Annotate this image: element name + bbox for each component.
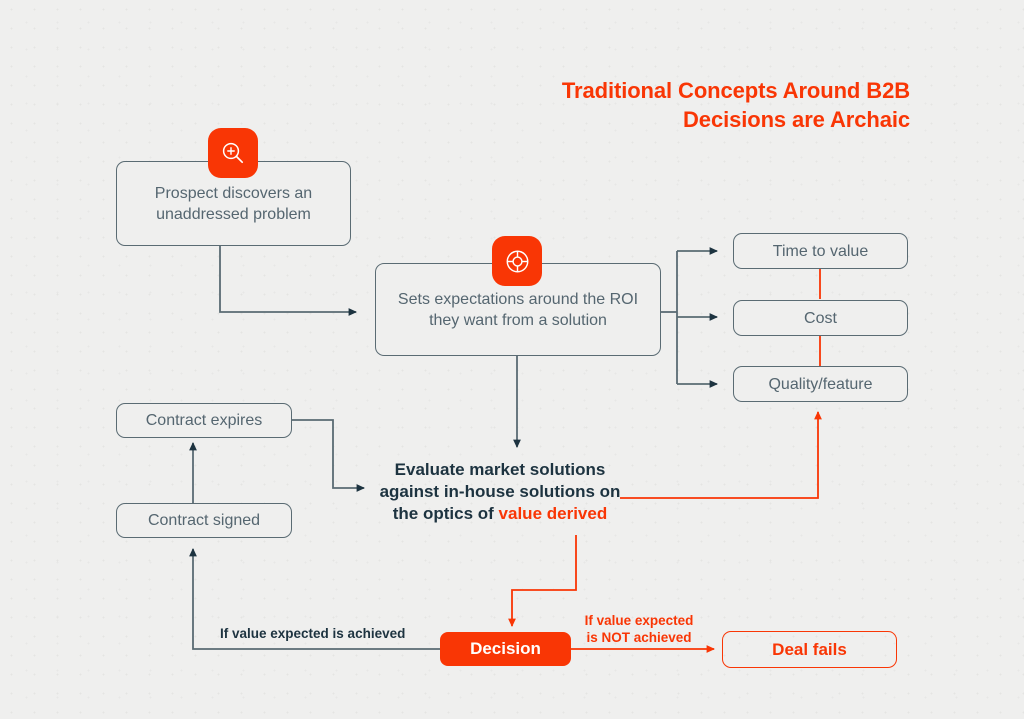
node-contract-expires[interactable]: Contract expires: [116, 403, 292, 438]
node-evaluate-line3-prefix: the optics of: [392, 504, 499, 523]
edge-contract-expires-to-evaluate: [292, 419, 365, 492]
node-time-to-value-label: Time to value: [772, 242, 869, 260]
page-title-line1: Traditional Concepts Around B2B: [561, 78, 910, 103]
zoom-in-icon: [208, 128, 258, 178]
node-contract-signed-label: Contract signed: [147, 512, 261, 529]
node-deal-fails-label: Deal fails: [772, 639, 847, 659]
node-deal-fails[interactable]: Deal fails: [722, 631, 897, 668]
node-evaluate-line3: the optics of value derived: [370, 503, 630, 525]
page-title: Traditional Concepts Around B2B Decision…: [490, 76, 910, 134]
page-title-line2: Decisions are Archaic: [683, 107, 910, 132]
node-decision-label: Decision: [470, 639, 541, 658]
node-cost[interactable]: Cost: [733, 300, 908, 336]
node-evaluate-line1: Evaluate market solutions: [394, 460, 606, 479]
node-evaluate-value-derived: value derived: [498, 504, 608, 523]
edge-label-not-achieved-line1: If value expected: [584, 613, 694, 628]
node-cost-label: Cost: [804, 309, 837, 327]
diagram-canvas: Traditional Concepts Around B2B Decision…: [0, 0, 1024, 719]
node-decision[interactable]: Decision: [440, 632, 571, 666]
node-prospect-label: Prospect discovers an unaddressed proble…: [154, 184, 313, 223]
node-contract-signed[interactable]: Contract signed: [116, 503, 292, 538]
edge-evaluate-to-decision: [508, 535, 577, 627]
edge-label-achieved: If value expected is achieved: [220, 625, 440, 642]
node-contract-expires-label: Contract expires: [145, 412, 263, 429]
node-time-to-value[interactable]: Time to value: [733, 233, 908, 269]
lifebuoy-icon: [492, 236, 542, 286]
node-evaluate-line2: against in-house solutions on: [379, 482, 621, 501]
edge-label-not-achieved: If value expected is NOT achieved: [578, 612, 700, 646]
edge-value-derived-to-quality: [620, 411, 822, 499]
node-evaluate: Evaluate market solutions against in-hou…: [370, 459, 630, 525]
node-expectations-label: Sets expectations around the ROI they wa…: [397, 290, 639, 329]
node-quality-feature-label: Quality/feature: [768, 375, 873, 393]
edge-prospect-to-expectations: [219, 246, 357, 316]
edge-label-achieved-text: If value expected is achieved: [220, 626, 406, 641]
node-quality-feature[interactable]: Quality/feature: [733, 366, 908, 402]
edge-label-not-achieved-line2: is NOT achieved: [586, 630, 692, 645]
